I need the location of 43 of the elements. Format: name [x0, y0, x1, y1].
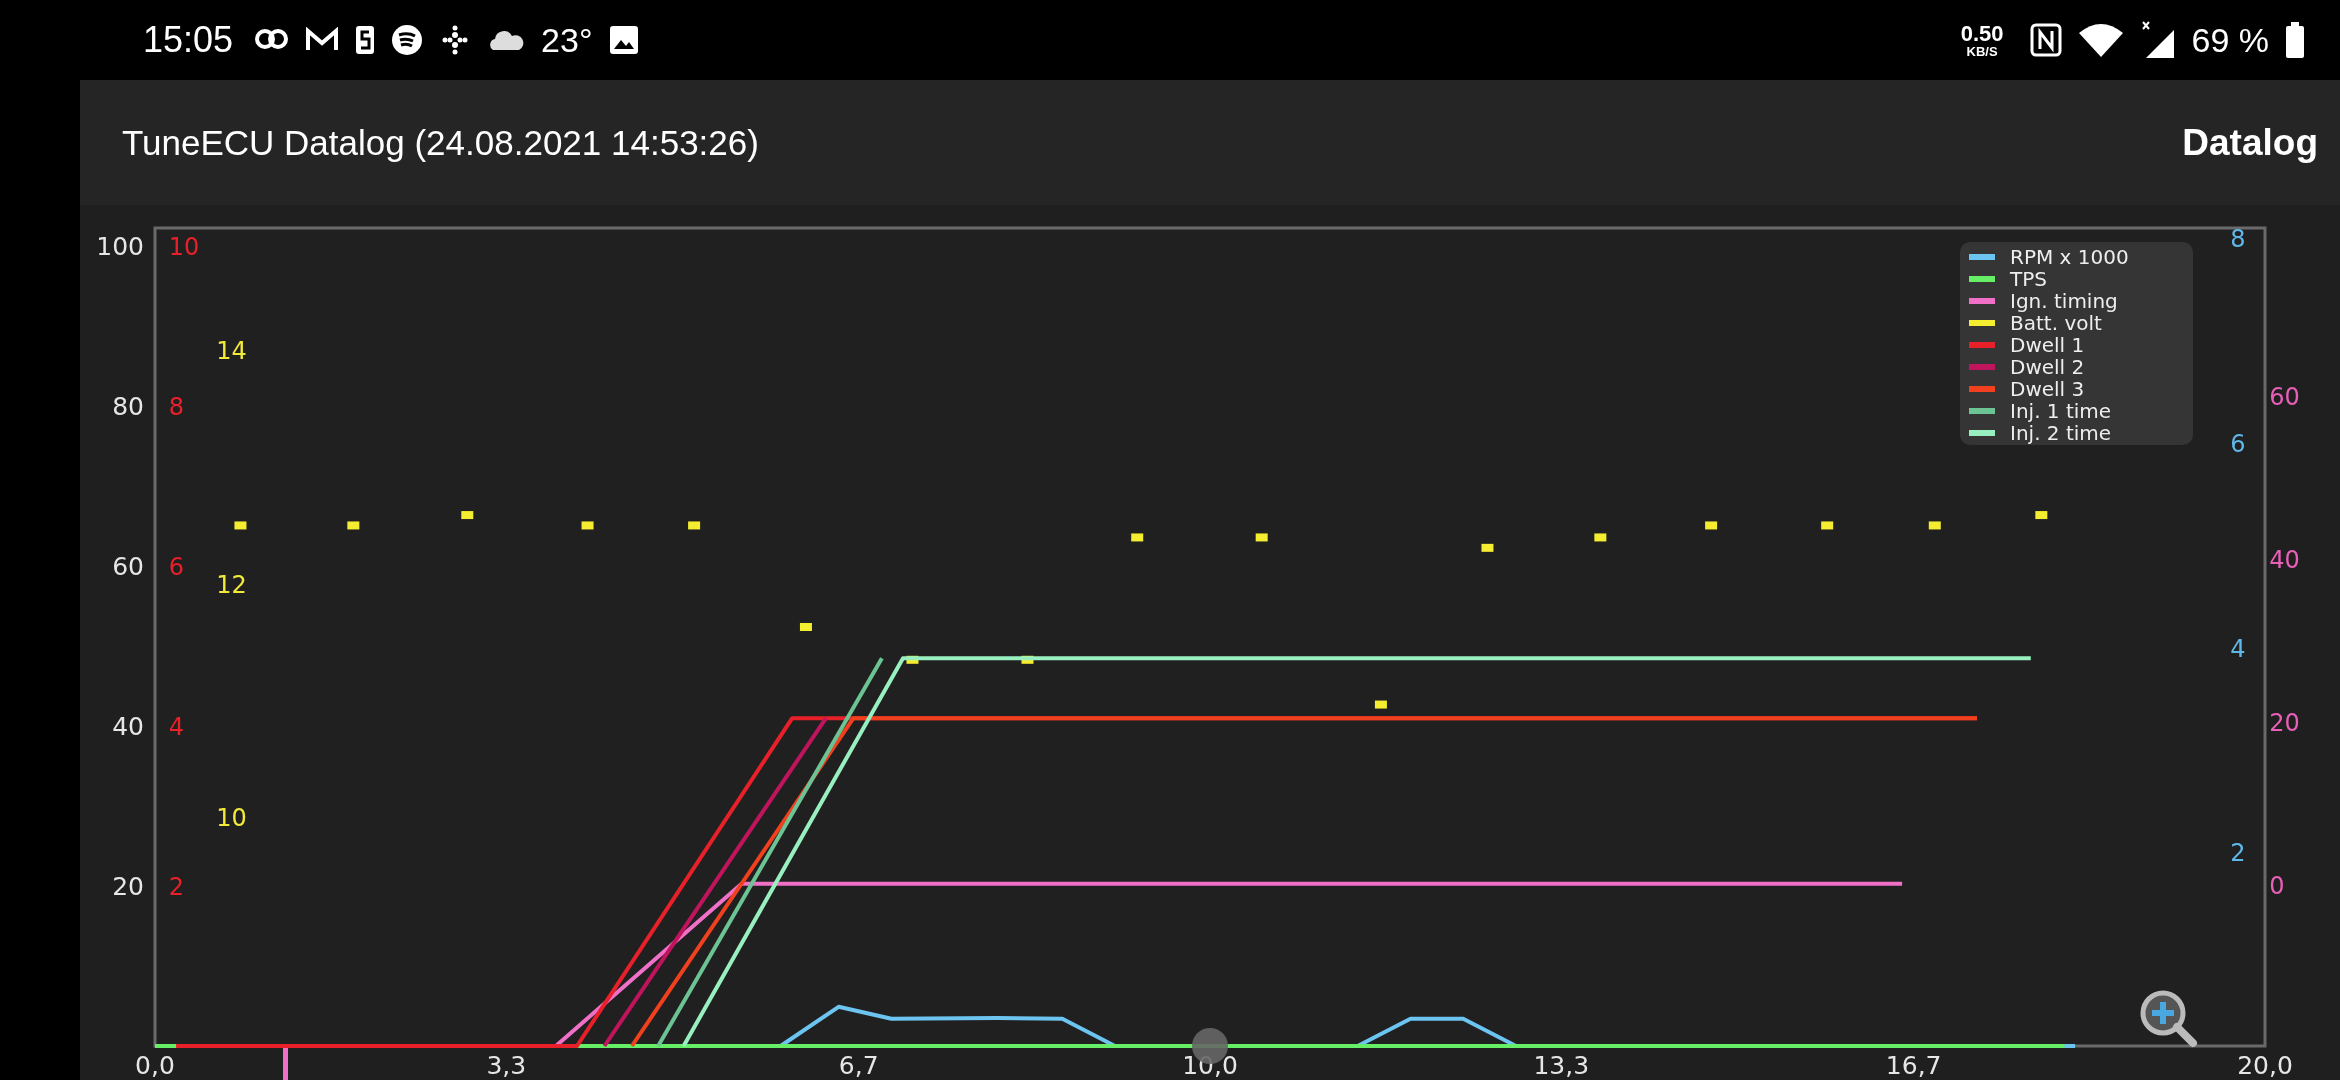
axis-tick-label: 4 — [168, 713, 184, 742]
legend-label: Dwell 1 — [2010, 333, 2085, 357]
axis-tick-label: 10 — [168, 233, 200, 262]
x-tick-label: 10,0 — [1182, 1051, 1238, 1080]
x-tick-label: 13,3 — [1533, 1051, 1590, 1080]
axis-tick-label: 20 — [2269, 709, 2300, 738]
x-tick-label: 3,3 — [486, 1051, 527, 1080]
axis-tick-label: 8 — [168, 393, 184, 422]
axis-tick-label: 10 — [216, 804, 247, 833]
axis-tick-label: 8 — [2230, 225, 2246, 254]
speed-unit: KB/S — [1966, 44, 1998, 58]
y-tick-label: 100 — [96, 232, 144, 262]
legend-label: RPM x 1000 — [2010, 245, 2129, 269]
legend-label: Inj. 1 time — [2010, 399, 2112, 423]
legend-label: TPS — [2010, 267, 2047, 291]
axis-tick-label: 12 — [216, 570, 247, 599]
clock: 15:05 — [143, 19, 234, 61]
axis-tick-label: 14 — [216, 337, 247, 366]
axis-tick-label: 40 — [2269, 546, 2300, 575]
network-speed: 0.50 — [1960, 22, 2004, 45]
y-tick-label: 60 — [112, 552, 144, 582]
legend-label: Inj. 2 time — [2010, 421, 2112, 445]
x-tick-label: 20,0 — [2237, 1051, 2293, 1080]
temperature: 23° — [541, 20, 593, 60]
axis-tick-label: 2 — [2230, 839, 2246, 868]
axis-tick-label: 6 — [2230, 430, 2246, 459]
axis-tick-label: 4 — [2230, 634, 2246, 663]
x-tick-label: 6,7 — [838, 1051, 879, 1080]
x-tick-label: 16,7 — [1885, 1051, 1942, 1080]
y-tick-label: 80 — [112, 392, 144, 422]
legend-label: Ign. timing — [2010, 289, 2118, 313]
y-tick-label: 40 — [112, 712, 144, 742]
axis-tick-label: 60 — [2269, 382, 2300, 411]
y-tick-label: 20 — [112, 872, 144, 902]
axis-tick-label: 2 — [168, 873, 184, 902]
x-tick-label: 0,0 — [135, 1051, 175, 1080]
axis-tick-label: 6 — [168, 553, 184, 582]
legend-label: Dwell 2 — [2010, 355, 2085, 379]
battery-percent: 69 % — [2191, 20, 2269, 60]
window-title: TuneECU Datalog (24.08.2021 14:53:26) — [122, 122, 759, 163]
axis-tick-label: 0 — [2269, 872, 2285, 901]
legend-label: Dwell 3 — [2010, 377, 2085, 401]
legend-label: Batt. volt — [2010, 311, 2102, 335]
